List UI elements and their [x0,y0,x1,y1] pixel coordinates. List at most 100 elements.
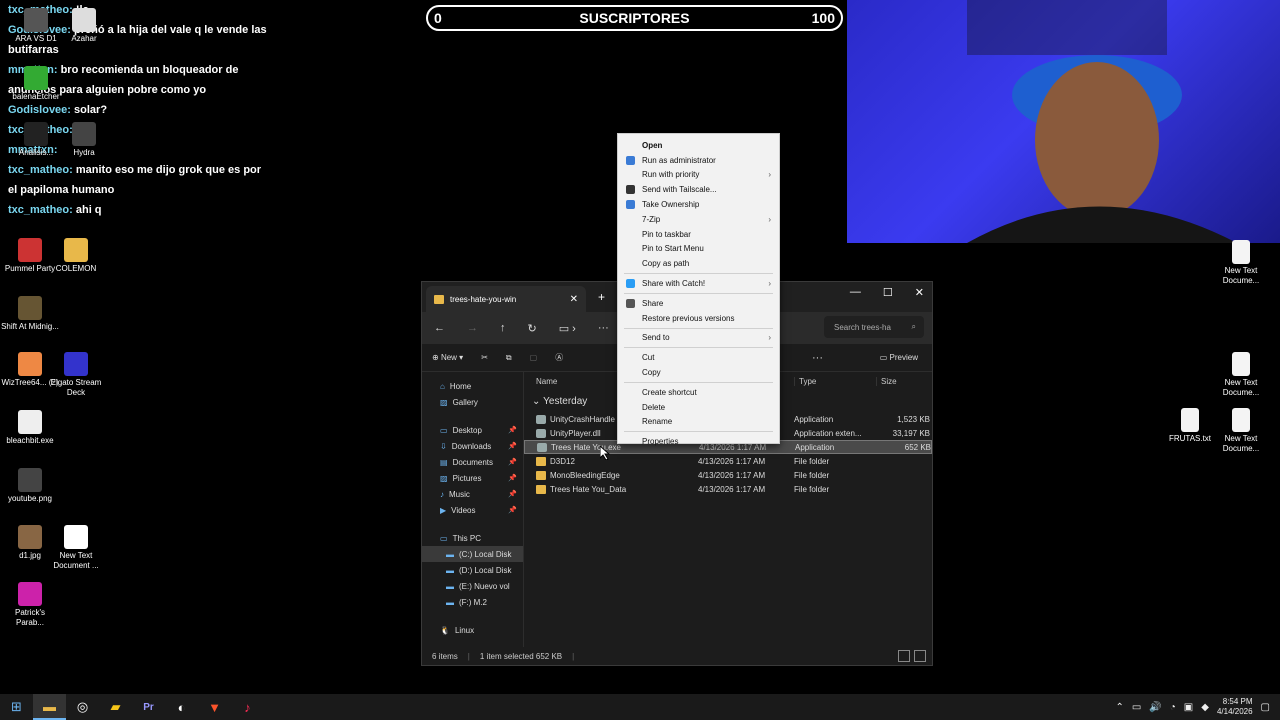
start-icon[interactable]: ⊞ [0,694,33,720]
nav-item[interactable]: ▤ Documents 📌 [422,454,523,470]
desktop-icon[interactable]: Elgato Stream Deck [46,352,106,398]
context-menu-item[interactable]: Share with Catch! › [618,276,779,291]
cut-icon[interactable]: ✂ [481,353,488,362]
rename-icon[interactable]: Ⓐ [555,352,563,363]
desktop-icon[interactable]: New Text Document ... [46,525,106,571]
copy-icon[interactable]: ⧉ [506,353,512,363]
more-path-icon[interactable]: ··· [598,322,609,334]
nav-item[interactable]: ♪ Music 📌 [422,486,523,502]
desktop-app-icon [18,468,42,492]
file-row[interactable]: MonoBleedingEdge 4/13/2026 1:17 AM File fo… [524,468,932,482]
desktop-icon[interactable]: New Text Docume... [1211,408,1271,454]
maximize-icon[interactable]: ☐ [883,286,893,299]
column-size[interactable]: Size [876,376,930,386]
nav-item[interactable]: ▬ (F:) M.2 [422,594,523,610]
context-menu-item[interactable]: Open [618,138,779,153]
explorer-tab[interactable]: trees-hate-you-win ✕ [426,286,586,312]
context-menu-item[interactable]: Rename [618,415,779,430]
close-tab-icon[interactable]: ✕ [570,294,578,305]
context-menu-item[interactable]: Pin to Start Menu [618,242,779,257]
tiktok-taskbar-icon[interactable]: ♪ [231,694,264,720]
tiles-view-icon[interactable] [914,650,926,662]
context-menu-item[interactable]: Restore previous versions [618,311,779,326]
nav-item[interactable]: ▬ (C:) Local Disk [422,546,523,562]
context-menu-item[interactable]: Take Ownership [618,197,779,212]
nav-item[interactable]: ▬ (E:) Nuevo vol [422,578,523,594]
volume-icon[interactable]: 🔊 [1149,702,1161,713]
refresh-icon[interactable]: ↻ [528,322,537,335]
desktop-icon[interactable]: Shift At Midnig... [0,296,60,332]
pin-icon: 📌 [508,459,517,466]
context-menu-item[interactable]: Send to › [618,331,779,346]
context-menu-item[interactable]: Send with Tailscale... [618,182,779,197]
context-menu-item[interactable]: Run as administrator [618,153,779,168]
chevron-up-icon[interactable]: ⌃ [1115,702,1123,713]
nav-item[interactable]: ▭ Desktop 📌 [422,422,523,438]
pin-icon: 📌 [508,507,517,514]
nav-item[interactable]: ▨ Gallery [422,394,523,410]
shield-tray-icon[interactable]: ◆ [1201,702,1209,713]
notification-icon[interactable]: ▢ [1261,702,1270,713]
obs-taskbar-icon[interactable]: ◎ [66,694,99,720]
desktop-icon[interactable]: balenaEtcher [6,66,66,102]
desktop-icon[interactable]: bleachbit.exe [0,410,60,446]
preview-button[interactable]: ▭ Preview [880,353,918,362]
context-menu-item[interactable]: Copy [618,365,779,380]
nav-item[interactable]: ▭ This PC [422,530,523,546]
share-icon [626,298,635,308]
paste-icon[interactable]: ▢ [530,353,538,362]
file-row[interactable]: Trees Hate You_Data 4/13/2026 1:17 AM File… [524,482,932,496]
context-menu-item[interactable]: Share [618,296,779,311]
nav-item[interactable]: ▬ (D:) Local Disk [422,562,523,578]
desktop-icon[interactable]: youtube.png [0,468,60,504]
notes-taskbar-icon[interactable]: ▰ [99,694,132,720]
pc-icon[interactable]: ▭ › [559,322,576,335]
minimize-icon[interactable]: — [850,286,861,299]
new-button[interactable]: ⊕ New ▾ [432,353,463,362]
subscriber-goal-bar: 0 SUSCRIPTORES 100 [426,5,843,31]
mic-icon[interactable]: ◔ [1170,702,1176,713]
desktop-icon-label: New Text Docume... [1222,378,1260,397]
search-input[interactable]: Search trees-ha ⌕ [824,316,924,338]
back-icon[interactable]: ← [434,322,445,334]
context-menu-item[interactable]: Run with priority › [618,168,779,183]
context-menu-item[interactable]: Delete [618,400,779,415]
display-icon[interactable]: ▣ [1184,702,1193,713]
clock[interactable]: 8:54 PM 4/14/2026 [1217,697,1253,717]
details-view-icon[interactable] [898,650,910,662]
more-options-icon[interactable]: ··· [812,352,823,364]
nav-item[interactable]: ⇩ Downloads 📌 [422,438,523,454]
nav-item[interactable]: ⌂ Home [422,378,523,394]
desktop-icon[interactable]: Azahar [54,8,114,44]
chat-text: solar? [74,104,108,116]
nav-item[interactable]: 🐧 Linux [422,622,523,638]
context-menu-item[interactable]: Pin to taskbar [618,227,779,242]
context-menu-item[interactable]: 7-Zip › [618,212,779,227]
network-icon[interactable]: ▭ [1132,702,1141,713]
context-menu-item[interactable]: Cut [618,350,779,365]
capcut-taskbar-icon[interactable]: ◐ [165,694,198,720]
desktop-icon[interactable]: New Text Docume... [1211,240,1271,286]
premiere-taskbar-icon[interactable]: Pr [132,694,165,720]
menu-separator [624,431,773,433]
desktop-icon[interactable]: New Text Docume... [1211,352,1271,398]
desktop-icon[interactable]: COLEMON [46,238,106,274]
nav-item[interactable]: ▨ Pictures 📌 [422,470,523,486]
column-type[interactable]: Type [794,376,876,386]
view-toggles [898,650,926,662]
chat-message: txc_matheo: ahi q [8,200,268,220]
close-window-icon[interactable]: ✕ [915,286,924,299]
desktop-icon[interactable]: Patrick's Parab... [0,582,60,628]
new-tab-icon[interactable]: + [598,290,605,304]
desktop-icon[interactable]: Hydra [54,122,114,158]
context-menu-item[interactable]: Properties [618,434,779,449]
forward-icon[interactable]: → [467,322,478,334]
context-menu-item[interactable]: Copy as path [618,256,779,271]
chevron-right-icon: › [768,333,771,343]
context-menu-item[interactable]: Create shortcut [618,385,779,400]
file-explorer-taskbar-icon[interactable]: ▬ [33,694,66,720]
brave-taskbar-icon[interactable]: ▼ [198,694,231,720]
file-row[interactable]: D3D12 4/13/2026 1:17 AM File folder [524,454,932,468]
up-icon[interactable]: ↑ [500,322,506,334]
nav-item[interactable]: ▶ Videos 📌 [422,502,523,518]
